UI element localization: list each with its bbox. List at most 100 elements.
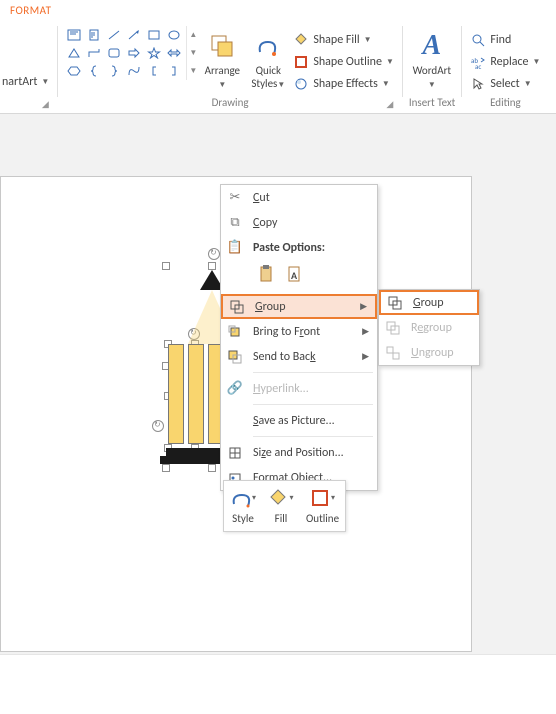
- shape-star-icon[interactable]: [144, 44, 164, 62]
- shape-line-icon[interactable]: [104, 26, 124, 44]
- group-editing-label: Editing: [490, 96, 521, 109]
- scroll-up-icon[interactable]: ▲: [187, 26, 199, 44]
- ctx-copy[interactable]: ⧉Copy: [221, 210, 377, 235]
- ctx-cut[interactable]: ✂Cut: [221, 185, 377, 210]
- shape-textbox-icon[interactable]: [64, 26, 84, 44]
- find-icon: [470, 32, 486, 48]
- copy-icon: ⧉: [221, 215, 249, 230]
- rotate-handle[interactable]: [152, 420, 164, 432]
- svg-text:A: A: [291, 269, 298, 282]
- scroll-more-icon[interactable]: ▼: [187, 62, 199, 80]
- submenu-arrow-icon: ▶: [362, 326, 369, 337]
- shape-triangle-icon[interactable]: [64, 44, 84, 62]
- ctx-hyperlink: 🔗Hyperlink...: [221, 376, 377, 401]
- ctx-paste-options: 📋Paste Options:: [221, 235, 377, 260]
- mini-style-button[interactable]: ▾ Style: [230, 487, 256, 525]
- wordart-label: WordArt: [413, 64, 451, 77]
- shape-hexagon-icon[interactable]: [64, 62, 84, 80]
- group-submenu: Group Regroup Ungroup: [378, 289, 480, 366]
- regroup-icon: [379, 321, 407, 335]
- shape-effects-label: Shape Effects: [313, 77, 378, 91]
- paste-icon: 📋: [221, 240, 249, 255]
- drawing-launcher-icon[interactable]: ◢: [384, 97, 396, 109]
- sub-group[interactable]: Group: [379, 290, 479, 315]
- shape-lbracket-icon[interactable]: [144, 62, 164, 80]
- group-icon: [381, 296, 409, 310]
- shape-rectangle-icon[interactable]: [144, 26, 164, 44]
- ctx-send-to-back[interactable]: Send to Back▶: [221, 344, 377, 369]
- mini-outline-button[interactable]: ▾ Outline: [306, 487, 339, 525]
- submenu-arrow-icon: ▶: [362, 351, 369, 362]
- shapes-gallery[interactable]: [64, 26, 184, 80]
- convert-to-smartart-button[interactable]: nartArt▼: [0, 72, 51, 92]
- find-button[interactable]: Find: [468, 30, 542, 50]
- shape-fill-label: Shape Fill: [313, 33, 359, 47]
- shape-arrow-line-icon[interactable]: [124, 26, 144, 44]
- ctx-size-and-position[interactable]: Size and Position...: [221, 440, 377, 465]
- submenu-arrow-icon: ▶: [360, 301, 367, 312]
- ungroup-icon: [379, 346, 407, 360]
- group-editing: Find abacReplace▼ Select▼ Editing: [462, 22, 548, 113]
- size-position-icon: [221, 446, 249, 460]
- ctx-group[interactable]: Group▶: [221, 294, 377, 319]
- arrange-label: Arrange: [205, 64, 240, 77]
- mini-style-label: Style: [232, 512, 254, 525]
- ribbon: nartArt▼ ◢: [0, 22, 556, 114]
- shape-right-arrow-icon[interactable]: [124, 44, 144, 62]
- shape-fill-button[interactable]: Shape Fill▼: [291, 30, 396, 50]
- context-menu: ✂Cut ⧉Copy 📋Paste Options: A Group▶ Brin…: [220, 184, 378, 491]
- send-back-icon: [221, 350, 249, 364]
- paste-option-2[interactable]: A: [281, 262, 307, 288]
- shape-outline-label: Shape Outline: [313, 55, 382, 69]
- shape-connector-icon[interactable]: [124, 62, 144, 80]
- shape-double-arrow-icon[interactable]: [164, 44, 184, 62]
- mini-fill-button[interactable]: ▾ Fill: [268, 487, 294, 525]
- shapes-gallery-scroll[interactable]: ▲ ▼ ▼: [186, 26, 199, 80]
- lamp-base-1-shape[interactable]: [166, 448, 224, 456]
- hyperlink-icon: 🔗: [221, 381, 249, 396]
- cut-icon: ✂: [221, 190, 249, 205]
- shape-lbrace-icon[interactable]: [84, 62, 104, 80]
- group-icon: [223, 300, 251, 314]
- arrange-button[interactable]: Arrange▼: [199, 26, 245, 92]
- shape-outline-button[interactable]: Shape Outline▼: [291, 52, 396, 72]
- sub-ungroup: Ungroup: [379, 340, 479, 365]
- ctx-bring-to-front[interactable]: Bring to Front▶: [221, 319, 377, 344]
- paste-option-1[interactable]: [253, 262, 279, 288]
- shape-outline-icon: [293, 54, 309, 70]
- shape-vertical-textbox-icon[interactable]: [84, 26, 104, 44]
- shape-effects-icon: [293, 76, 309, 92]
- paragraph-launcher-icon[interactable]: ◢: [39, 97, 51, 109]
- lamp-body-2-shape[interactable]: [188, 344, 204, 444]
- group-drawing: ▲ ▼ ▼ Arrange▼ Quick Styles▼ Shape Fill▼…: [58, 22, 402, 113]
- group-insert-text-label: Insert Text: [409, 96, 456, 109]
- replace-button[interactable]: abacReplace▼: [468, 52, 542, 72]
- find-label: Find: [490, 33, 511, 47]
- svg-text:ac: ac: [475, 62, 481, 69]
- replace-icon: abac: [470, 54, 486, 70]
- select-label: Select: [490, 77, 519, 91]
- rotate-handle[interactable]: [208, 248, 220, 260]
- select-icon: [470, 76, 486, 92]
- mini-outline-label: Outline: [306, 512, 339, 525]
- wordart-button[interactable]: A WordArt▼: [409, 26, 455, 92]
- shape-rbracket-icon[interactable]: [164, 62, 184, 80]
- scroll-down-icon[interactable]: ▼: [187, 44, 199, 62]
- lamp-body-1-shape[interactable]: [168, 344, 184, 444]
- shape-elbow-icon[interactable]: [84, 44, 104, 62]
- shape-oval-icon[interactable]: [164, 26, 184, 44]
- ctx-save-as-picture[interactable]: Save as Picture...: [221, 408, 377, 433]
- bring-front-icon: [221, 325, 249, 339]
- quick-styles-button[interactable]: Quick Styles▼: [245, 26, 291, 92]
- shape-fill-icon: [293, 32, 309, 48]
- mini-fill-label: Fill: [275, 512, 288, 525]
- shape-rbrace-icon[interactable]: [104, 62, 124, 80]
- tab-format[interactable]: FORMAT: [0, 0, 61, 22]
- select-button[interactable]: Select▼: [468, 74, 542, 94]
- sub-regroup: Regroup: [379, 315, 479, 340]
- replace-label: Replace: [490, 55, 528, 69]
- shape-effects-button[interactable]: Shape Effects▼: [291, 74, 396, 94]
- group-insert-text: A WordArt▼ Insert Text: [403, 22, 462, 113]
- shape-rounded-rect-icon[interactable]: [104, 44, 124, 62]
- smartart-label: nartArt: [2, 75, 37, 89]
